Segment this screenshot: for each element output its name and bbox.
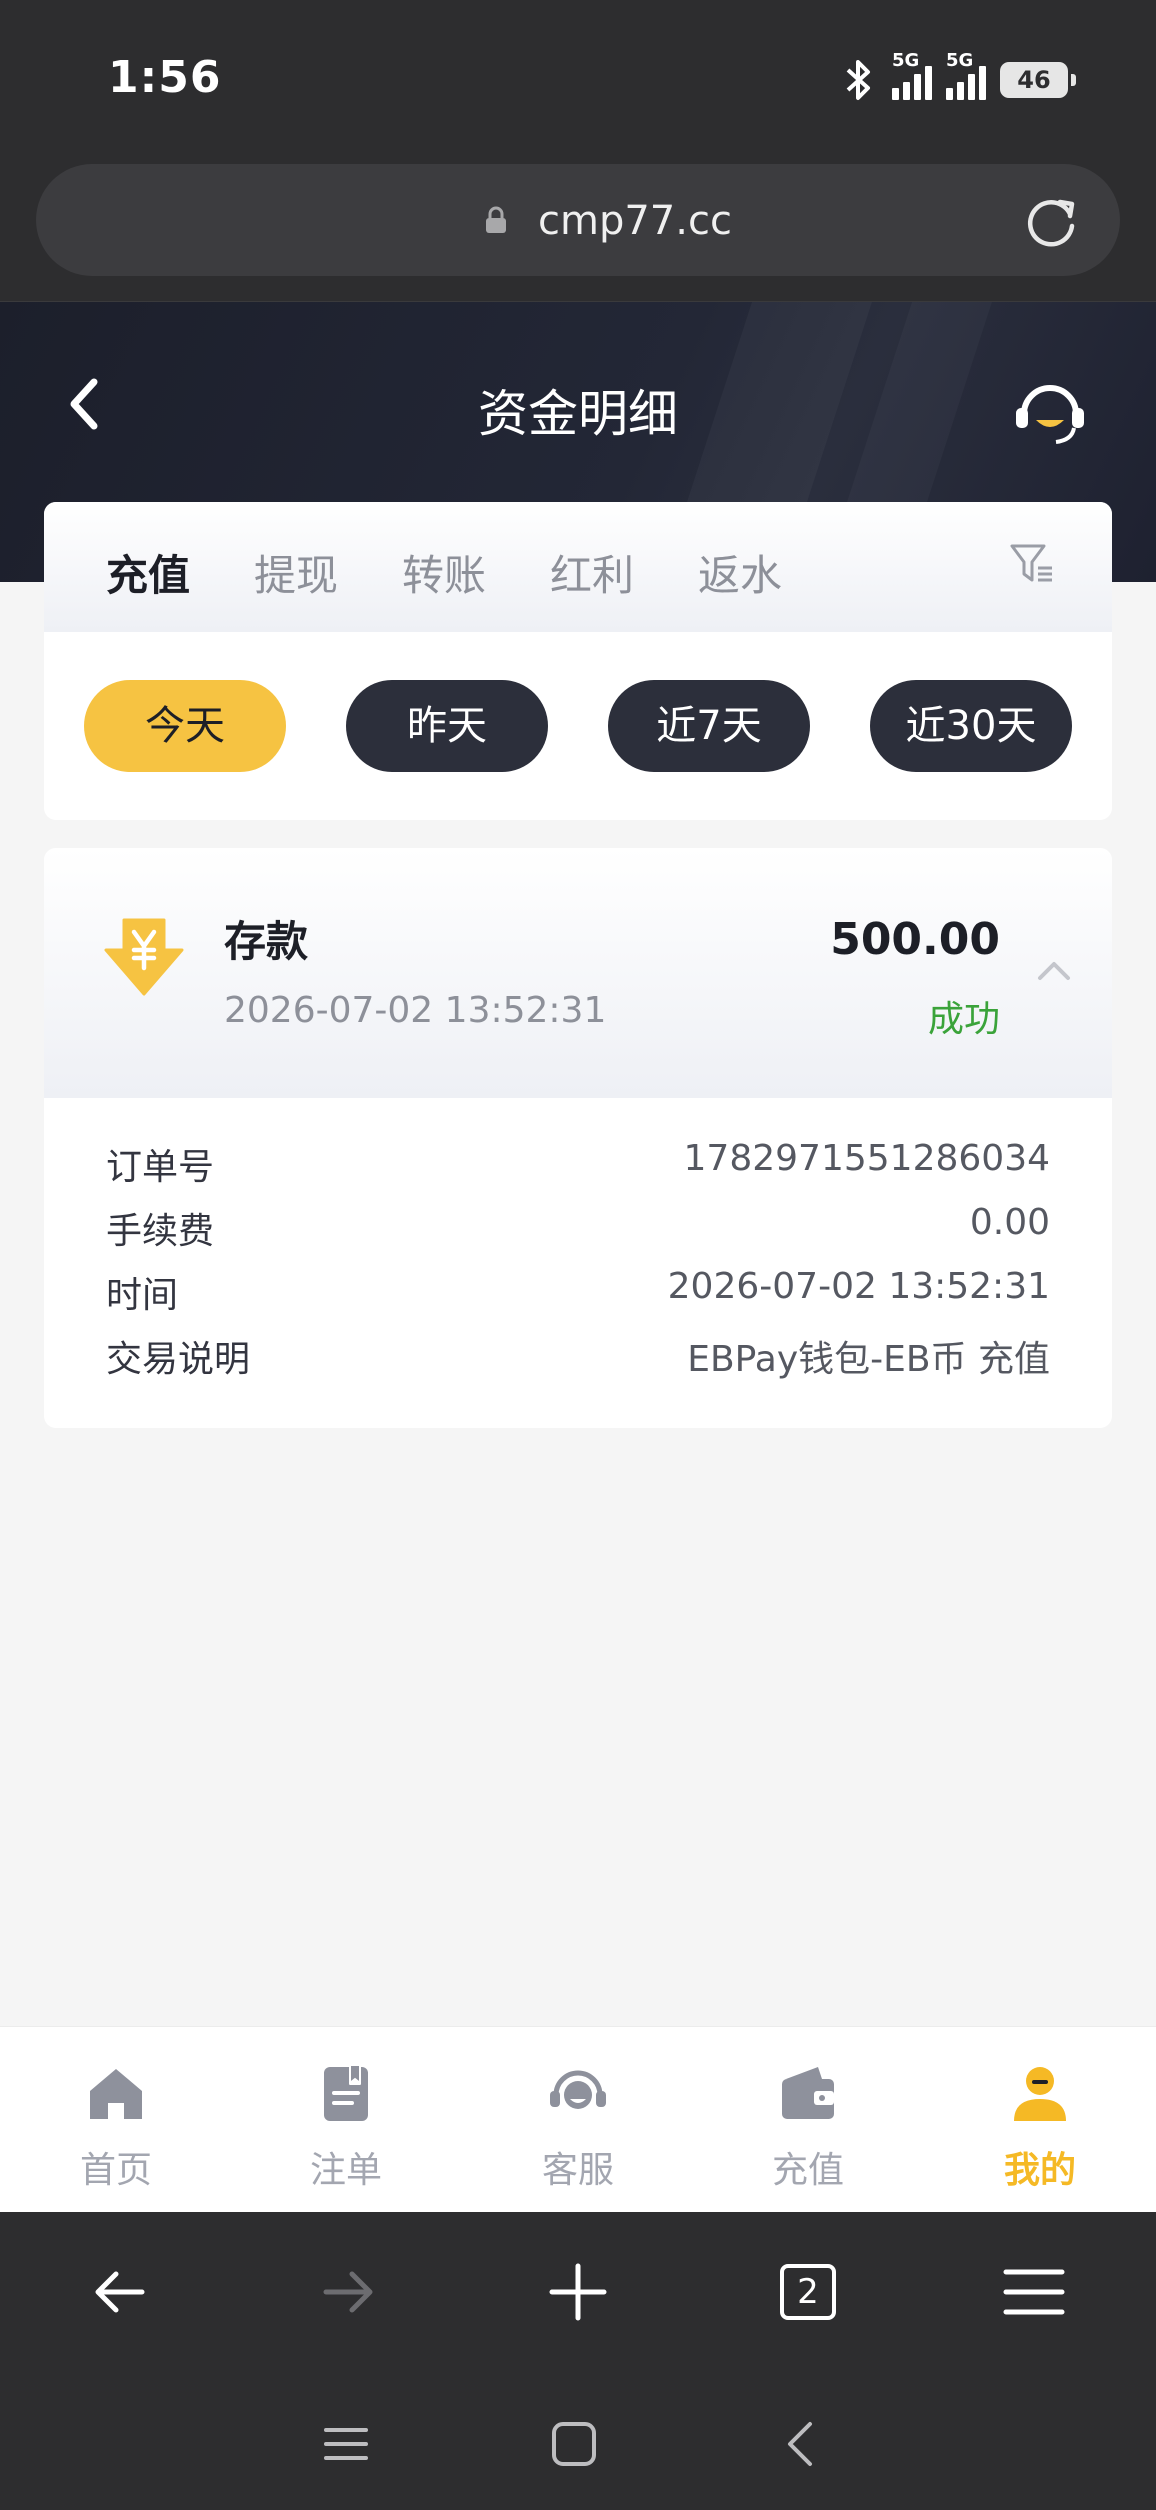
nav-label: 注单 [309,2150,382,2191]
nav-label: 充值 [771,2150,844,2191]
detail-label: 订单号 [106,1147,215,1188]
reload-icon[interactable] [1022,192,1080,250]
date-filter-30days[interactable]: 近30天 [870,680,1072,772]
page-title: 资金明细 [478,385,678,443]
new-tab-plus-icon[interactable] [542,2256,614,2328]
recent-apps-icon[interactable] [318,2416,374,2472]
date-filter-7days[interactable]: 近7天 [608,680,810,772]
nav-support[interactable]: 客服 [498,2027,658,2213]
chevron-up-icon[interactable] [1036,958,1072,982]
home-icon [90,2069,142,2119]
transaction-details: 订单号 1782971551286034 手续费 0.00 时间 2026-07… [106,1130,1050,1386]
detail-order-number: 订单号 1782971551286034 [106,1130,1050,1194]
status-bar: 1:56 5G 5G 46 [0,0,1156,160]
browser-toolbar: 2 [0,2212,1156,2380]
transaction-record: 存款 2026-07-02 13:52:31 500.00 成功 订单号 178… [44,848,1112,1428]
address-bar[interactable]: cmp77.cc [36,164,1120,276]
lock-icon [486,206,506,233]
detail-value: 2026-07-02 13:52:31 [667,1266,1050,1307]
home-button-icon[interactable] [546,2416,602,2472]
date-filter-today[interactable]: 今天 [84,680,286,772]
browser-address-area: cmp77.cc [0,160,1156,302]
customer-service-icon[interactable] [1012,376,1088,446]
user-icon [1014,2067,1066,2121]
tab-withdraw[interactable]: 提现 [254,542,338,603]
tab-bonus[interactable]: 红利 [550,542,634,603]
detail-value: 1782971551286034 [683,1138,1050,1179]
detail-value: EBPay钱包-EB币 充值 [687,1339,1050,1380]
transaction-amount: 500.00 [830,914,1000,965]
detail-label: 手续费 [106,1211,215,1252]
nav-home[interactable]: 首页 [36,2027,196,2213]
detail-description: 交易说明 EBPay钱包-EB币 充值 [106,1322,1050,1386]
deposit-yen-icon [104,918,184,996]
tab-switcher-button[interactable]: 2 [780,2264,836,2320]
detail-label: 时间 [106,1275,179,1316]
tab-rebate[interactable]: 返水 [698,542,782,603]
detail-time: 时间 2026-07-02 13:52:31 [106,1258,1050,1322]
date-filter-group: 今天 昨天 近7天 近30天 [84,680,1074,772]
detail-fee: 手续费 0.00 [106,1194,1050,1258]
detail-value: 0.00 [969,1202,1050,1243]
nav-bets[interactable]: 注单 [266,2027,426,2213]
signal-strength-icon: 5G [946,50,986,100]
detail-label: 交易说明 [106,1339,251,1380]
nav-label: 我的 [1003,2150,1076,2191]
transaction-summary[interactable]: 存款 2026-07-02 13:52:31 500.00 成功 [44,848,1112,1098]
filter-icon[interactable] [1008,540,1056,588]
bottom-nav: 首页 注单 客服 充值 我的 [0,2026,1156,2212]
tab-bar: 充值 提现 转账 红利 返水 [44,502,1112,632]
url-text: cmp77.cc [538,198,732,244]
filter-card: 充值 提现 转账 红利 返水 今天 昨天 近7天 近30天 [44,502,1112,820]
back-arrow-icon[interactable] [84,2256,156,2328]
headset-icon [550,2070,606,2109]
system-back-icon[interactable] [774,2416,830,2472]
menu-icon[interactable] [998,2256,1070,2328]
forward-arrow-icon[interactable] [312,2256,384,2328]
clipboard-icon [324,2064,368,2121]
nav-label: 首页 [79,2150,152,2191]
nav-label: 客服 [541,2150,614,2191]
nav-mine[interactable]: 我的 [960,2027,1120,2213]
tab-recharge[interactable]: 充值 [106,542,190,603]
system-navigation-bar [0,2380,1156,2510]
status-time: 1:56 [108,52,222,103]
date-filter-yesterday[interactable]: 昨天 [346,680,548,772]
status-badge: 成功 [927,999,1000,1040]
signal-strength-icon: 5G [892,50,932,100]
transaction-time: 2026-07-02 13:52:31 [224,990,607,1031]
wallet-icon [782,2067,834,2119]
transaction-type: 存款 [224,917,309,966]
battery-icon: 46 [1000,62,1076,98]
status-icons: 5G 5G 46 [838,50,1076,104]
tab-transfer[interactable]: 转账 [402,542,486,603]
nav-recharge[interactable]: 充值 [728,2027,888,2213]
bluetooth-icon [846,60,870,100]
battery-level: 46 [1017,66,1051,94]
